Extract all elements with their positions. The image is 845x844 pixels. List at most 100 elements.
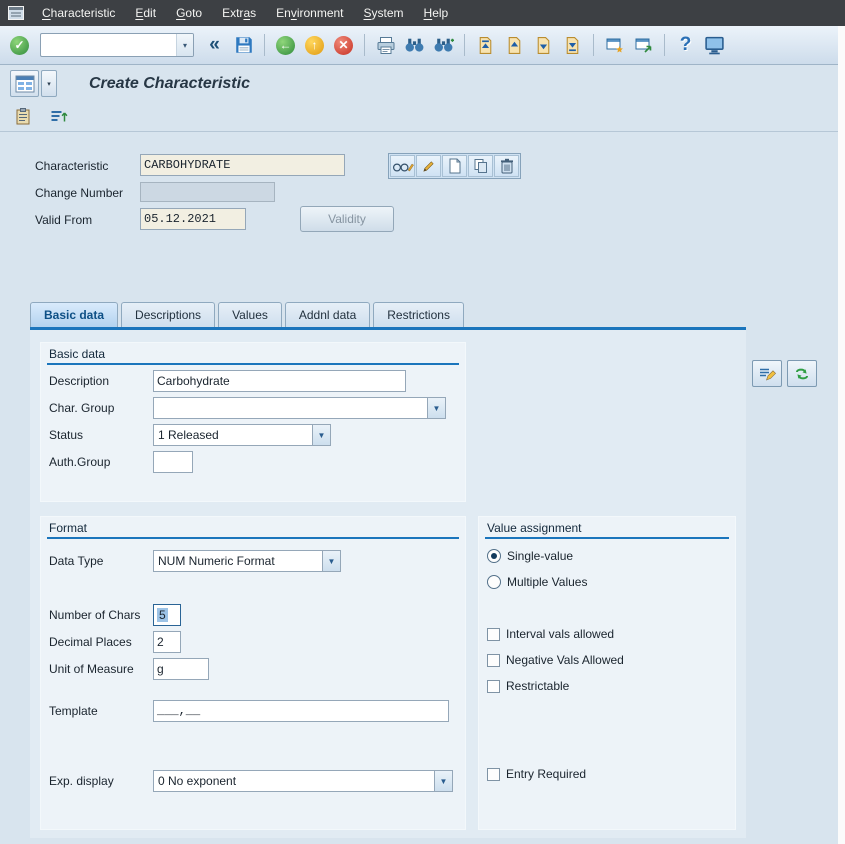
menu-item-edit[interactable]: Edit [125, 1, 166, 25]
command-field[interactable]: ▾ [40, 33, 194, 57]
collapse-command-button[interactable]: « [201, 32, 228, 59]
characteristic-field[interactable]: CARBOHYDRATE [140, 154, 345, 176]
create-shortcut-button[interactable] [630, 32, 657, 59]
negative-vals-checkbox[interactable] [487, 654, 500, 667]
print-icon [376, 36, 396, 55]
title-dropdown-button[interactable]: ▾ [41, 70, 57, 97]
multiple-values-option[interactable]: Multiple Values [487, 575, 587, 589]
menu-item-extras[interactable]: Extras [212, 1, 266, 25]
command-dropdown-icon[interactable]: ▾ [176, 34, 193, 56]
menu-item-environment[interactable]: Environment [266, 1, 353, 25]
menu-item-characteristic[interactable]: Characteristic [32, 1, 125, 25]
delete-button[interactable] [494, 155, 519, 177]
auth-group-label: Auth.Group [49, 455, 110, 469]
template-field[interactable]: ___,__ [153, 700, 449, 722]
chevron-down-icon[interactable]: ▼ [322, 551, 340, 571]
valid-from-label: Valid From [35, 213, 92, 227]
entry-required-checkbox[interactable] [487, 768, 500, 781]
print-button[interactable] [372, 32, 399, 59]
clipboard-button[interactable] [9, 104, 37, 128]
unit-of-measure-label: Unit of Measure [49, 662, 134, 676]
status-label: Status [49, 428, 83, 442]
decimal-places-label: Decimal Places [49, 635, 132, 649]
copy-button[interactable] [468, 155, 493, 177]
char-group-dropdown[interactable]: ▼ [153, 397, 446, 419]
page-up-icon [505, 36, 524, 55]
auth-group-field[interactable] [153, 451, 193, 473]
chevron-down-icon[interactable]: ▼ [427, 398, 445, 418]
multiple-values-radio[interactable] [487, 575, 501, 589]
exit-button[interactable]: ↑ [301, 32, 328, 59]
blank-page-icon [448, 158, 462, 174]
menu-item-system[interactable]: System [354, 1, 414, 25]
single-value-option[interactable]: Single-value [487, 549, 573, 563]
find-next-icon [433, 37, 454, 53]
tab-descriptions[interactable]: Descriptions [121, 302, 215, 327]
sort-hierarchy-button[interactable] [45, 104, 73, 128]
basic-data-groupbox: Basic data Description Carbohydrate Char… [40, 342, 466, 502]
negative-vals-option[interactable]: Negative Vals Allowed [487, 653, 624, 667]
first-page-button[interactable] [472, 32, 499, 59]
description-field[interactable]: Carbohydrate [153, 370, 406, 392]
tab-values[interactable]: Values [218, 302, 282, 327]
number-of-chars-label: Number of Chars [49, 608, 140, 622]
find-button[interactable] [401, 32, 428, 59]
create-button[interactable] [442, 155, 467, 177]
where-used-button[interactable] [787, 360, 817, 387]
interval-vals-checkbox[interactable] [487, 628, 500, 641]
single-value-radio[interactable] [487, 549, 501, 563]
display-change-icon [392, 159, 414, 173]
toolbar-separator [364, 34, 365, 56]
transaction-icon-button[interactable] [10, 70, 39, 97]
characteristic-value: CARBOHYDRATE [144, 158, 230, 172]
display-change-button[interactable] [390, 155, 415, 177]
tab-restrictions[interactable]: Restrictions [373, 302, 464, 327]
page-down-button[interactable] [530, 32, 557, 59]
entry-required-option[interactable]: Entry Required [487, 767, 586, 781]
number-of-chars-field[interactable]: 5 [153, 604, 181, 626]
value-assignment-group-title: Value assignment [487, 521, 582, 535]
layout-menu-button[interactable] [701, 32, 728, 59]
toolbar-separator [264, 34, 265, 56]
chevron-down-icon[interactable]: ▼ [434, 771, 452, 791]
entry-required-label: Entry Required [506, 767, 586, 781]
enter-button[interactable]: ✓ [6, 32, 33, 59]
value-assignment-groupbox: Value assignment Single-value Multiple V… [478, 516, 736, 830]
exp-display-dropdown[interactable]: 0 No exponent ▼ [153, 770, 453, 792]
page-down-icon [534, 36, 553, 55]
restrictable-option[interactable]: Restrictable [487, 679, 569, 693]
menu-item-goto[interactable]: Goto [166, 1, 212, 25]
new-session-button[interactable] [601, 32, 628, 59]
decimal-places-field[interactable]: 2 [153, 631, 181, 653]
last-page-icon [563, 36, 582, 55]
restrictable-checkbox[interactable] [487, 680, 500, 693]
back-button[interactable]: ← [272, 32, 299, 59]
system-menu-icon[interactable] [8, 6, 24, 20]
change-documents-button[interactable] [752, 360, 782, 387]
change-number-label: Change Number [35, 186, 123, 200]
grid-icon [15, 75, 35, 93]
save-button[interactable] [230, 32, 257, 59]
find-next-button[interactable] [430, 32, 457, 59]
last-page-button[interactable] [559, 32, 586, 59]
monitor-icon [704, 36, 725, 55]
char-group-label: Char. Group [49, 401, 114, 415]
edit-button[interactable] [416, 155, 441, 177]
save-icon [234, 35, 254, 55]
chevron-down-icon[interactable]: ▼ [312, 425, 330, 445]
page-up-button[interactable] [501, 32, 528, 59]
validity-button[interactable]: Validity [300, 206, 394, 232]
interval-vals-option[interactable]: Interval vals allowed [487, 627, 614, 641]
status-dropdown[interactable]: 1 Released ▼ [153, 424, 331, 446]
clipboard-icon [14, 107, 32, 126]
interval-vals-label: Interval vals allowed [506, 627, 614, 641]
data-type-dropdown[interactable]: NUM Numeric Format ▼ [153, 550, 341, 572]
cancel-button[interactable]: ✕ [330, 32, 357, 59]
group-rule [47, 363, 459, 365]
valid-from-field[interactable]: 05.12.2021 [140, 208, 246, 230]
menu-item-help[interactable]: Help [414, 1, 459, 25]
help-button[interactable]: ? [672, 32, 699, 59]
tab-basic-data[interactable]: Basic data [30, 302, 118, 327]
tab-addnl-data[interactable]: Addnl data [285, 302, 370, 327]
unit-of-measure-field[interactable]: g [153, 658, 209, 680]
